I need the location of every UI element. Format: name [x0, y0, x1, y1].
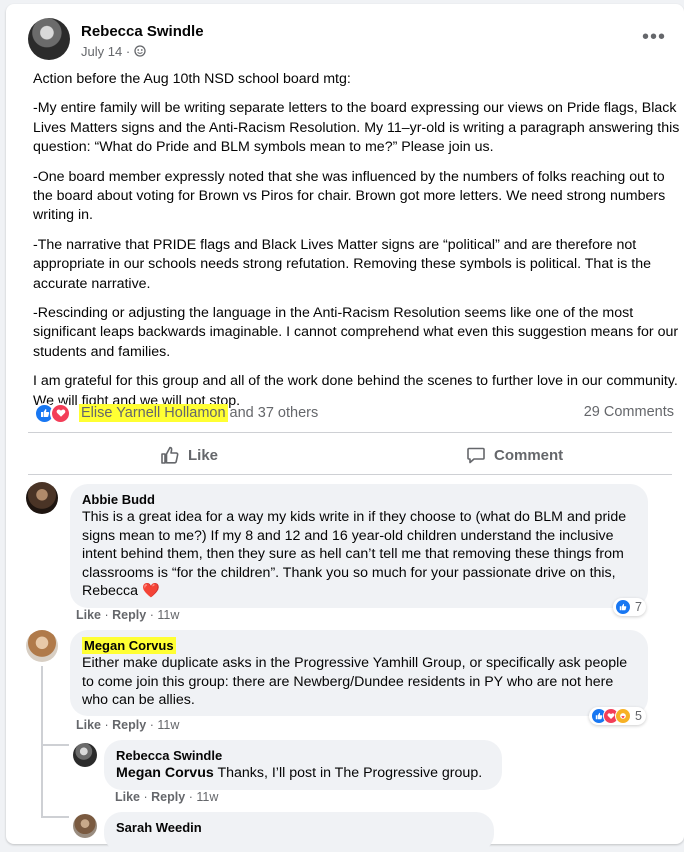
comment-bubble: Rebecca Swindle Megan Corvus Thanks, I’l… — [104, 740, 502, 790]
heart-emoji: ❤️ — [141, 583, 160, 600]
like-label: Like — [188, 446, 219, 464]
comment-actions: Like · Reply · 11w — [76, 608, 179, 622]
comments-count-link[interactable]: 29 Comments — [584, 404, 674, 420]
comment-author[interactable]: Rebecca Swindle — [116, 747, 490, 764]
comment-time[interactable]: 11w — [157, 608, 179, 622]
comment-author[interactable]: Abbie Budd — [82, 491, 636, 508]
love-reaction-icon — [50, 402, 71, 424]
comment-like-link[interactable]: Like — [76, 718, 101, 732]
reactor-name[interactable]: Elise Yarnell Hollamon — [79, 404, 228, 422]
post-more-options-button[interactable]: ••• — [642, 26, 666, 49]
dot-separator: · — [104, 608, 109, 622]
comment-time[interactable]: 11w — [196, 790, 218, 804]
post-card: Rebecca Swindle July 14 · ••• Action bef… — [6, 4, 684, 852]
comment-actions: Like · Reply · 11w — [115, 790, 218, 804]
post-paragraph: -The narrative that PRIDE flags and Blac… — [33, 236, 652, 292]
comment-reply-link[interactable]: Reply — [112, 608, 146, 622]
mention-link[interactable]: Megan Corvus — [116, 765, 214, 781]
divider — [28, 432, 672, 433]
commenter-avatar[interactable] — [73, 814, 97, 838]
comment-bubble: Sarah Weedin — [104, 812, 494, 852]
comment-bubble: Megan Corvus Either make duplicate asks … — [70, 630, 648, 716]
audience-globe-icon[interactable] — [134, 45, 146, 57]
thumbs-up-icon — [161, 446, 179, 464]
comment-actions: Like · Reply · 11w — [76, 718, 179, 732]
comment-author[interactable]: Megan Corvus — [82, 637, 636, 654]
reaction-count: 7 — [635, 600, 642, 614]
comment-label: Comment — [494, 446, 564, 464]
post-author-name[interactable]: Rebecca Swindle — [81, 23, 204, 40]
comment-bubble: Abbie Budd This is a great idea for a wa… — [70, 484, 648, 608]
thread-branch — [41, 744, 69, 746]
commenter-avatar[interactable] — [26, 630, 58, 662]
like-button[interactable]: Like — [160, 444, 218, 466]
post-paragraph: -One board member expressly noted that s… — [33, 168, 666, 224]
comment-text: This is a great idea for a way my kids w… — [82, 508, 636, 601]
post-paragraph: -My entire family will be writing separa… — [33, 100, 680, 156]
comment-author-name[interactable]: Megan Corvus — [82, 637, 176, 654]
comment-like-link[interactable]: Like — [76, 608, 101, 622]
post-date[interactable]: July 14 — [81, 44, 122, 59]
dot-separator: · — [149, 718, 154, 732]
comment-reaction-count[interactable]: 7 — [613, 598, 646, 616]
comment-like-link[interactable]: Like — [115, 790, 140, 804]
meta-separator: · — [125, 44, 131, 59]
post-paragraph: Action before the Aug 10th NSD school bo… — [33, 71, 351, 87]
dot-separator: · — [149, 608, 154, 622]
divider — [28, 474, 672, 475]
comment-text-content: Thanks, I’ll post in The Progressive gro… — [213, 765, 483, 781]
post-body: Action before the Aug 10th NSD school bo… — [33, 70, 681, 421]
comment-text: Either make duplicate asks in the Progre… — [82, 655, 628, 709]
dot-separator: · — [188, 790, 193, 804]
comment-text-content: This is a great idea for a way my kids w… — [82, 509, 627, 600]
reaction-summary[interactable]: Elise Yarnell Hollamon and 37 others — [34, 402, 319, 424]
thread-branch — [41, 816, 69, 818]
comment-button[interactable]: Comment — [466, 444, 563, 466]
comment-reaction-count[interactable]: 5 — [589, 707, 646, 725]
care-reaction-icon — [615, 708, 631, 724]
reactor-others[interactable]: and 37 others — [230, 405, 319, 421]
post-paragraph: -Rescinding or adjusting the language in… — [33, 305, 679, 360]
thread-line — [41, 666, 43, 816]
commenter-avatar[interactable] — [26, 482, 58, 514]
like-reaction-icon — [615, 599, 631, 615]
post-meta: July 14 · — [81, 44, 146, 59]
comment-reply-link[interactable]: Reply — [112, 718, 146, 732]
comment-time[interactable]: 11w — [157, 718, 179, 732]
comment-text: Megan Corvus Thanks, I’ll post in The Pr… — [116, 764, 490, 783]
dot-separator: · — [104, 718, 109, 732]
comment-bubble-icon — [467, 447, 485, 464]
commenter-avatar[interactable] — [73, 743, 97, 767]
dot-separator: · — [143, 790, 148, 804]
comment-reply-link[interactable]: Reply — [151, 790, 185, 804]
reaction-count: 5 — [635, 709, 642, 723]
comment-author[interactable]: Sarah Weedin — [116, 819, 482, 836]
author-avatar[interactable] — [28, 18, 70, 60]
